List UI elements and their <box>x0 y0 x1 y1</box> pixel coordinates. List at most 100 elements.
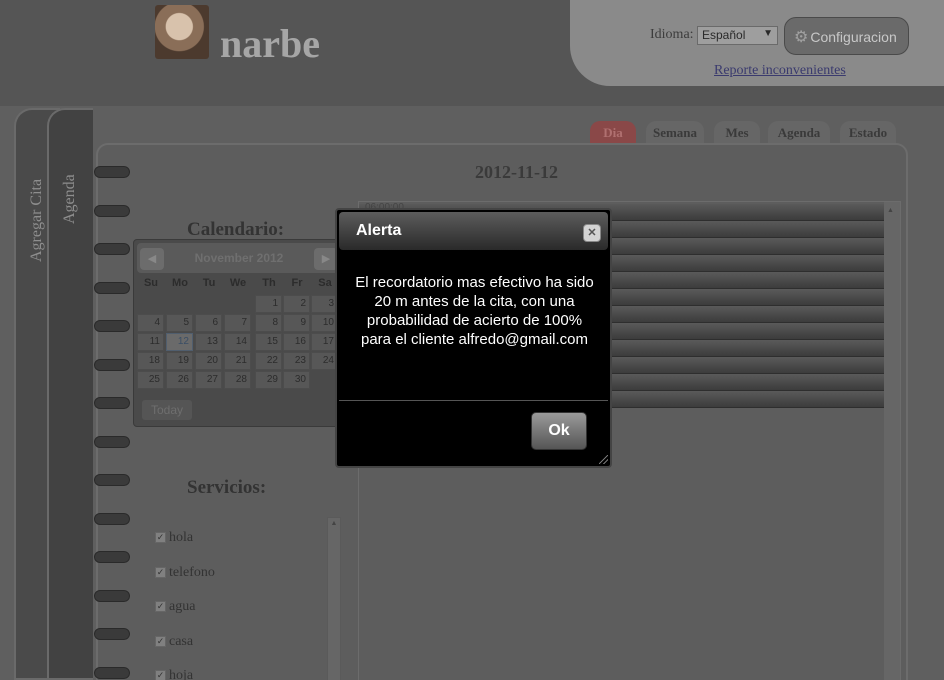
language-select[interactable]: Español ▼ <box>697 26 778 45</box>
service-item[interactable]: ✓ casa <box>155 634 193 650</box>
calendar-day[interactable]: 17 <box>311 333 338 351</box>
tab-week[interactable]: Semana <box>646 121 704 143</box>
calendar-day[interactable]: 1 <box>255 295 282 313</box>
tab-status[interactable]: Estado <box>840 121 896 143</box>
calendar-day[interactable]: 26 <box>166 371 193 389</box>
services-heading: Servicios: <box>187 477 267 498</box>
calendar-day[interactable]: 29 <box>255 371 282 389</box>
calendar-day[interactable]: 23 <box>283 352 310 370</box>
weekday-label: Fr <box>291 277 303 289</box>
book-ring <box>94 397 130 409</box>
report-issues-link[interactable]: Reporte inconvenientes <box>714 63 846 79</box>
book-ring <box>94 166 130 178</box>
calendar-day[interactable]: 14 <box>224 333 251 351</box>
service-checkbox[interactable]: ✓ <box>155 601 166 612</box>
weekday-label: Th <box>262 277 276 289</box>
alert-dialog-title: Alerta <box>356 222 402 239</box>
book-ring <box>94 281 130 294</box>
user-avatar <box>155 5 209 59</box>
calendar-day[interactable]: 2 <box>283 295 310 313</box>
weekday-label: Mo <box>172 277 188 289</box>
tab-agenda[interactable]: Agenda <box>768 121 830 143</box>
service-label: hoja <box>169 668 194 680</box>
current-date-title: 2012-11-12 <box>475 162 558 182</box>
datepicker-month-label: November 2012 <box>194 251 284 265</box>
service-label: hola <box>169 530 194 545</box>
alert-dialog-message: El recordatorio mas efectivo ha sido 20 … <box>355 274 594 348</box>
service-checkbox[interactable]: ✓ <box>155 670 166 680</box>
service-item[interactable]: ✓ agua <box>155 599 195 615</box>
calendar-day[interactable]: 7 <box>224 314 251 332</box>
calendar-day[interactable]: 18 <box>137 352 164 370</box>
calendar-day[interactable]: 16 <box>283 333 310 351</box>
calendar-day[interactable]: 28 <box>224 371 251 389</box>
weekday-label: Su <box>143 277 159 289</box>
service-label: telefono <box>169 564 215 580</box>
gear-icon: ⚙ <box>794 29 809 46</box>
service-checkbox[interactable]: ✓ <box>155 532 166 543</box>
calendar-day[interactable]: 8 <box>255 314 282 332</box>
calendar-day[interactable]: 9 <box>283 314 310 332</box>
service-item[interactable]: ✓ hoja <box>155 668 193 680</box>
service-checkbox[interactable]: ✓ <box>155 566 166 578</box>
book-ring <box>94 551 130 563</box>
settings-panel: Idioma: Español ▼ ⚙ Configuracion Reporte… <box>570 0 944 86</box>
book-ring <box>94 358 130 371</box>
alert-dialog-header: Alerta ✕ <box>339 212 608 250</box>
calendar-day[interactable]: 10 <box>311 314 338 332</box>
language-selected-value: Español <box>702 28 746 42</box>
resize-handle-icon[interactable] <box>599 455 608 464</box>
book-ring <box>94 628 130 640</box>
calendar-day[interactable]: 5 <box>166 314 193 332</box>
service-label: agua <box>169 599 196 614</box>
service-item[interactable]: ✓ hola <box>155 530 193 546</box>
calendar-day[interactable]: 3 <box>311 295 338 313</box>
calendar-day[interactable]: 24 <box>311 352 338 370</box>
book-ring <box>94 589 130 602</box>
alert-dialog: Alerta ✕ El recordatorio mas efectivo ha… <box>335 208 612 468</box>
calendar-day[interactable]: 27 <box>195 371 222 389</box>
side-tab-agenda-label: Agenda <box>61 174 78 224</box>
calendar-day[interactable]: 25 <box>137 371 164 389</box>
book-ring <box>94 320 130 332</box>
scroll-up-icon: ▲ <box>887 206 894 214</box>
today-button[interactable]: Today <box>142 400 192 420</box>
calendar-day[interactable]: 11 <box>137 333 164 351</box>
language-label: Idioma: <box>650 27 694 42</box>
configuration-button-label: Configuracion <box>810 29 897 45</box>
weekday-label: Tu <box>202 277 216 289</box>
book-ring <box>94 435 130 448</box>
tab-month[interactable]: Mes <box>714 121 760 143</box>
calendar-day[interactable]: 12 <box>166 333 193 351</box>
scroll-up-icon: ▲ <box>330 519 338 527</box>
brand-name: narbe <box>220 21 320 66</box>
service-checkbox[interactable]: ✓ <box>155 635 166 647</box>
configuration-button[interactable]: ⚙ Configuracion <box>784 17 909 55</box>
chevron-down-icon: ▼ <box>763 28 773 39</box>
datepicker: ◀ November 2012 ▶ Su Mo Tu We Th Fr Sa 1 2 3 4 5 6 7 8… <box>133 239 343 427</box>
book-ring <box>94 204 130 217</box>
ok-button[interactable]: Ok <box>531 412 587 450</box>
alert-dialog-divider <box>339 400 608 401</box>
calendar-day[interactable]: 22 <box>255 352 282 370</box>
tab-day[interactable]: Dia <box>590 121 636 143</box>
calendar-day[interactable]: 21 <box>224 352 251 370</box>
calendar-day[interactable]: 19 <box>166 352 193 370</box>
service-item[interactable]: ✓ telefono <box>155 565 215 581</box>
calendar-day[interactable]: 20 <box>195 352 222 370</box>
calendar-day[interactable]: 4 <box>137 314 164 332</box>
book-ring <box>94 666 130 679</box>
calendar-day[interactable]: 13 <box>195 333 222 351</box>
services-scrollbar[interactable]: ▲ <box>327 517 341 680</box>
close-icon[interactable]: ✕ <box>583 224 601 242</box>
calendar-day[interactable]: 30 <box>283 371 310 389</box>
app-header: narbe Idioma: Español ▼ ⚙ Configuracion R… <box>0 0 944 106</box>
calendar-day[interactable]: 15 <box>255 333 282 351</box>
side-tab-agenda[interactable]: Agenda <box>47 108 93 680</box>
calendar-heading: Calendario: <box>187 219 285 240</box>
weekday-label: We <box>229 277 247 289</box>
schedule-scrollbar[interactable]: ▲ <box>884 202 900 680</box>
calendar-day[interactable]: 6 <box>195 314 222 332</box>
service-label: casa <box>169 633 194 649</box>
book-ring <box>94 474 130 486</box>
